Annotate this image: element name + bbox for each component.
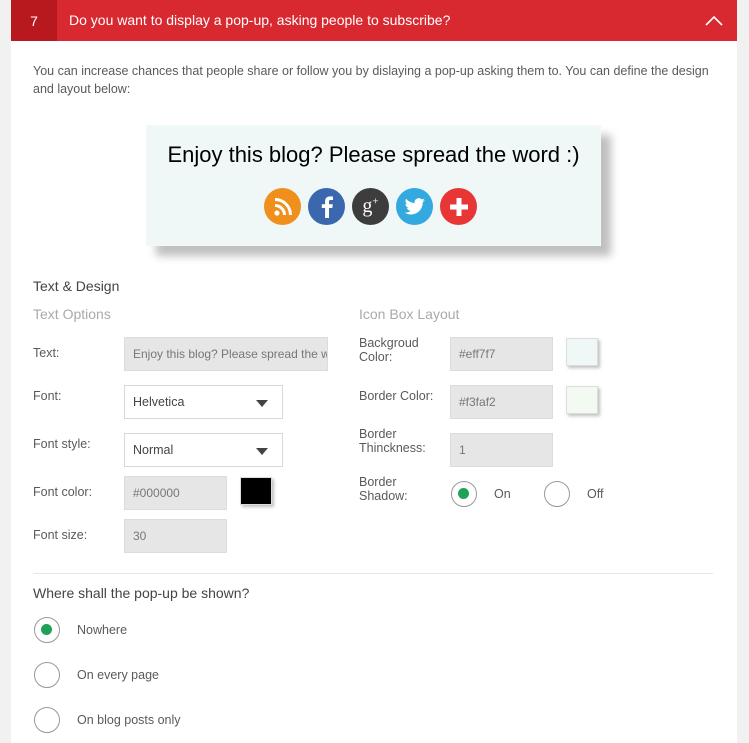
caret-down-icon — [256, 448, 268, 455]
font-select-value: Helvetica — [133, 395, 185, 409]
popup-preview: Enjoy this blog? Please spread the word … — [146, 125, 601, 246]
section-divider — [33, 573, 713, 574]
font-size-input[interactable]: 30 — [124, 519, 227, 553]
chevron-up-icon[interactable] — [703, 10, 725, 32]
google-plus-icon[interactable]: g+ — [352, 188, 389, 225]
background-color-input[interactable]: #eff7f7 — [450, 337, 553, 371]
shadow-off-radio[interactable] — [544, 481, 570, 507]
placement-blog-posts-radio[interactable] — [34, 707, 60, 733]
background-color-swatch[interactable] — [566, 338, 598, 366]
section-header[interactable]: 7 Do you want to display a pop-up, askin… — [11, 0, 737, 41]
step-number: 7 — [11, 0, 57, 41]
placement-question: Where shall the pop-up be shown? — [33, 585, 250, 601]
twitter-icon[interactable] — [396, 188, 433, 225]
preview-text: Enjoy this blog? Please spread the word … — [167, 142, 580, 167]
border-color-input[interactable]: #f3faf2 — [450, 385, 553, 419]
background-color-label-line2: Color: — [359, 350, 393, 364]
popup-settings-panel: 7 Do you want to display a pop-up, askin… — [11, 0, 737, 743]
font-size-label: Font size: — [33, 528, 88, 542]
background-color-label: Backgroud Color: — [359, 336, 419, 364]
caret-down-icon — [256, 400, 268, 407]
facebook-icon[interactable] — [308, 188, 345, 225]
border-thickness-input[interactable]: 1 — [450, 433, 553, 467]
text-options-heading: Text Options — [33, 306, 111, 322]
border-shadow-label-line1: Border — [359, 475, 397, 489]
shadow-on-label: On — [494, 487, 511, 501]
font-style-select[interactable]: Normal — [124, 433, 283, 467]
font-style-select-value: Normal — [133, 443, 174, 457]
rss-icon[interactable] — [264, 188, 301, 225]
border-thickness-label: Border Thinckness: — [359, 427, 426, 455]
placement-every-page-radio[interactable] — [34, 662, 60, 688]
font-select[interactable]: Helvetica — [124, 385, 283, 419]
text-design-heading: Text & Design — [33, 278, 120, 294]
border-color-label: Border Color: — [359, 389, 434, 403]
border-shadow-label: Border Shadow: — [359, 475, 408, 503]
preview-icons: g+ — [264, 188, 477, 225]
text-label: Text: — [33, 346, 60, 360]
border-thickness-label-line1: Border — [359, 427, 397, 441]
placement-every-page-label: On every page — [77, 668, 159, 682]
shadow-off-label: Off — [587, 487, 604, 501]
font-color-label: Font color: — [33, 485, 93, 499]
icon-box-layout-heading: Icon Box Layout — [359, 306, 460, 322]
background-color-label-line1: Backgroud — [359, 336, 419, 350]
placement-nowhere-radio[interactable] — [34, 617, 60, 643]
shadow-on-radio[interactable] — [451, 481, 477, 507]
border-shadow-label-line2: Shadow: — [359, 489, 408, 503]
font-color-input[interactable]: #000000 — [124, 476, 227, 510]
border-thickness-label-line2: Thinckness: — [359, 441, 426, 455]
share-plus-icon[interactable] — [440, 188, 477, 225]
border-color-swatch[interactable] — [566, 386, 598, 414]
google-plus-glyph: g+ — [362, 195, 379, 217]
placement-blog-posts-label: On blog posts only — [77, 713, 181, 727]
placement-nowhere-label: Nowhere — [77, 623, 128, 637]
font-style-label: Font style: — [33, 437, 91, 451]
text-input[interactable]: Enjoy this blog? Please spread the word … — [124, 337, 328, 371]
font-label: Font: — [33, 389, 62, 403]
section-description: You can increase chances that people sha… — [33, 64, 709, 96]
section-title: Do you want to display a pop-up, asking … — [69, 12, 451, 28]
font-color-swatch[interactable] — [240, 477, 272, 505]
